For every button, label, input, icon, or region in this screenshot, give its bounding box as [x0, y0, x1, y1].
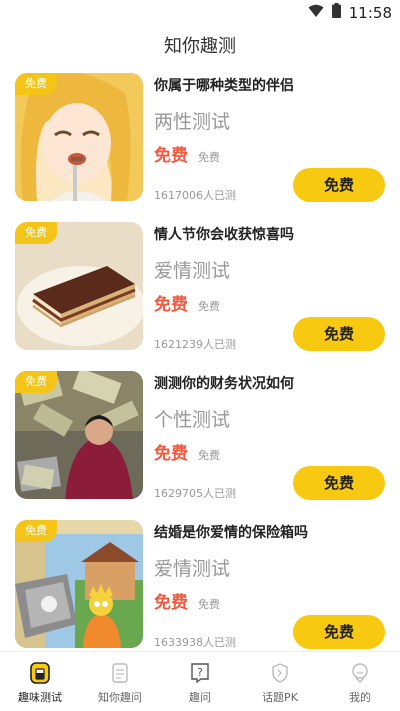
price-row: 免费 免费 — [154, 588, 220, 613]
start-test-button[interactable]: 免费 — [293, 615, 385, 649]
start-test-button[interactable]: 免费 — [293, 466, 385, 500]
original-price: 免费 — [198, 151, 220, 164]
test-thumbnail-money[interactable]: 免费 — [15, 371, 143, 499]
document-icon — [112, 663, 128, 683]
test-title[interactable]: 你属于哪种类型的伴侣 — [154, 75, 294, 95]
original-price: 免费 — [198, 300, 220, 313]
test-category: 爱情测试 — [154, 260, 231, 282]
shield-icon — [272, 663, 288, 683]
tab-fun-test[interactable]: 趣味测试 — [0, 652, 80, 711]
test-title[interactable]: 情人节你会收获惊喜吗 — [154, 224, 294, 244]
status-time: 11:58 — [348, 3, 392, 22]
tab-label: 趣问 — [189, 691, 211, 704]
bottom-tab-bar: 趣味测试 知你趣问 ? 趣问 话题PK 我的 — [0, 651, 400, 711]
free-tag: 免费 — [15, 73, 57, 95]
test-thumbnail-anime-girl[interactable]: 免费 — [15, 73, 143, 201]
test-card[interactable]: 免费 测测你的财务状况如何 个性测试 免费 免费 1629705人已测 免费 — [0, 371, 400, 520]
price: 免费 — [154, 146, 188, 166]
original-price: 免费 — [198, 598, 220, 611]
participant-count: 1621239人已测 — [154, 338, 236, 351]
tab-know-you[interactable]: 知你趣问 — [80, 652, 160, 711]
profile-icon — [352, 663, 368, 683]
test-card[interactable]: 免费 情人节你会收获惊喜吗 爱情测试 免费 免费 1621239人已测 免费 — [0, 222, 400, 371]
tab-label: 知你趣问 — [98, 691, 142, 704]
test-category: 爱情测试 — [154, 558, 231, 580]
price: 免费 — [154, 444, 188, 464]
test-thumbnail-cake[interactable]: 免费 — [15, 222, 143, 350]
status-bar: 11:58 — [0, 0, 400, 26]
participant-count: 1633938人已测 — [154, 636, 236, 649]
participant-count: 1629705人已测 — [154, 487, 236, 500]
price-row: 免费 免费 — [154, 439, 220, 464]
test-thumbnail-cartoon-safe[interactable]: 免费 — [15, 520, 143, 648]
free-tag: 免费 — [15, 222, 57, 244]
test-cup-icon — [30, 662, 50, 684]
price: 免费 — [154, 593, 188, 613]
original-price: 免费 — [198, 449, 220, 462]
test-list: 免费 你属于哪种类型的伴侣 两性测试 免费 免费 1617006人已测 免费 免… — [0, 73, 400, 669]
tab-label: 我的 — [349, 691, 371, 704]
test-title[interactable]: 测测你的财务状况如何 — [154, 373, 294, 393]
battery-icon — [331, 3, 341, 22]
price-row: 免费 免费 — [154, 141, 220, 166]
wifi-icon — [308, 3, 324, 22]
start-test-button[interactable]: 免费 — [293, 168, 385, 202]
test-card[interactable]: 免费 你属于哪种类型的伴侣 两性测试 免费 免费 1617006人已测 免费 — [0, 73, 400, 222]
participant-count: 1617006人已测 — [154, 189, 236, 202]
page-title: 知你趣测 — [164, 36, 236, 57]
start-test-button[interactable]: 免费 — [293, 317, 385, 351]
free-tag: 免费 — [15, 371, 57, 393]
question-icon: ? — [191, 663, 209, 684]
tab-topic-pk[interactable]: 话题PK — [240, 652, 320, 711]
svg-text:?: ? — [197, 666, 203, 679]
test-card[interactable]: 免费 结婚是你爱情的保险箱吗 爱情测试 免费 免费 1633938人已测 免费 — [0, 520, 400, 669]
test-category: 个性测试 — [154, 409, 231, 431]
tab-label: 趣味测试 — [18, 691, 62, 704]
tab-questions[interactable]: ? 趣问 — [160, 652, 240, 711]
price-row: 免费 免费 — [154, 290, 220, 315]
tab-profile[interactable]: 我的 — [320, 652, 400, 711]
test-category: 两性测试 — [154, 111, 231, 133]
price: 免费 — [154, 295, 188, 315]
free-tag: 免费 — [15, 520, 57, 542]
test-title[interactable]: 结婚是你爱情的保险箱吗 — [154, 522, 308, 542]
tab-label: 话题PK — [262, 691, 298, 704]
